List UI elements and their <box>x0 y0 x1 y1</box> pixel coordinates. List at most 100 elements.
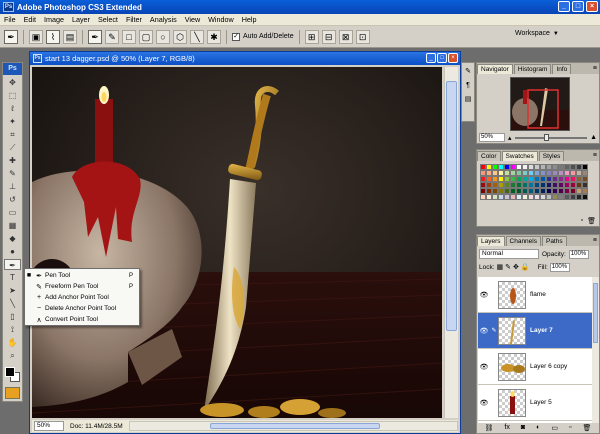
lasso-tool-icon[interactable]: ℓ <box>4 103 21 114</box>
menu-select[interactable]: Select <box>94 15 122 24</box>
menu-image[interactable]: Image <box>40 15 68 24</box>
eye-icon[interactable]: 👁 <box>478 327 490 335</box>
navigator-preview[interactable] <box>510 77 570 131</box>
panel-menu-icon[interactable]: ≡ <box>593 64 597 74</box>
minimize-button[interactable]: _ <box>558 1 570 12</box>
tab-styles[interactable]: Styles <box>538 151 565 161</box>
lock-position-icon[interactable]: ✥ <box>513 263 519 271</box>
quick-mask-icon[interactable] <box>5 387 20 399</box>
workspace-menu[interactable]: Workspace ▼ <box>515 30 559 37</box>
menu-file[interactable]: File <box>0 15 20 24</box>
history-panel-icon[interactable]: ▤ <box>463 94 473 105</box>
rounded-rectangle-icon[interactable]: ▢ <box>139 29 153 44</box>
eye-icon[interactable]: 👁 <box>478 399 490 407</box>
zoom-slider[interactable] <box>514 133 588 141</box>
brush-tool-icon[interactable]: ✎ <box>4 168 21 179</box>
eyedropper-tool-icon[interactable]: ⟟ <box>4 324 21 335</box>
magic-wand-tool-icon[interactable]: ✦ <box>4 116 21 127</box>
foreground-color-swatch[interactable] <box>5 367 15 377</box>
tab-color[interactable]: Color <box>477 151 501 161</box>
flyout-item-add-anchor-point-tool[interactable]: + Add Anchor Point Tool <box>25 292 139 303</box>
zoom-in-icon[interactable]: ▲ <box>590 134 597 141</box>
layer-row-layer-5[interactable]: 👁 Layer 5 <box>478 385 592 421</box>
link-icon[interactable]: ⛓ <box>485 424 494 432</box>
tab-info[interactable]: Info <box>552 64 572 74</box>
eraser-tool-icon[interactable]: ▭ <box>4 207 21 218</box>
zoom-slider-handle[interactable] <box>543 133 549 141</box>
flyout-item-freeform-pen-tool[interactable]: ✎ Freeform Pen Tool P <box>25 281 139 292</box>
color-swatch[interactable] <box>582 194 588 200</box>
flyout-item-delete-anchor-point-tool[interactable]: − Delete Anchor Point Tool <box>25 303 139 314</box>
zoom-tool-icon[interactable]: ⌕ <box>4 350 21 361</box>
doc-minimize-button[interactable]: _ <box>426 53 436 63</box>
hand-tool-icon[interactable]: ✋ <box>4 337 21 348</box>
fx-icon[interactable]: fx <box>504 424 509 432</box>
document-title-bar[interactable]: Ps start 13 dagger.psd @ 50% (Layer 7, R… <box>30 52 460 65</box>
eye-icon[interactable]: 👁 <box>478 363 490 371</box>
subtract-path-icon[interactable]: ⊟ <box>321 29 336 44</box>
type-tool-icon[interactable]: T <box>4 272 21 283</box>
photoshop-logo[interactable]: Ps <box>3 63 22 75</box>
lock-all-icon[interactable]: 🔒 <box>521 263 530 271</box>
tab-histogram[interactable]: Histogram <box>513 64 552 74</box>
marquee-tool-icon[interactable]: ⬚ <box>4 90 21 101</box>
zoom-level-field[interactable]: 50% <box>34 421 64 431</box>
tab-layers[interactable]: Layers <box>477 236 505 246</box>
gradient-tool-icon[interactable]: ▦ <box>4 220 21 231</box>
intersect-path-icon[interactable]: ⊠ <box>338 29 353 44</box>
menu-window[interactable]: Window <box>204 15 238 24</box>
healing-brush-tool-icon[interactable]: ✚ <box>4 155 21 166</box>
crop-tool-icon[interactable]: ⌗ <box>4 129 21 140</box>
tab-paths[interactable]: Paths <box>541 236 567 246</box>
layer-row-flame[interactable]: 👁 flame <box>478 277 592 313</box>
navigator-zoom-field[interactable]: 50% <box>479 133 505 142</box>
tab-channels[interactable]: Channels <box>505 236 541 246</box>
add-to-path-icon[interactable]: ⊞ <box>304 29 319 44</box>
layers-scroll-thumb[interactable] <box>593 283 598 343</box>
mask-icon[interactable]: ◙ <box>521 424 525 432</box>
menu-help[interactable]: Help <box>238 15 261 24</box>
menu-layer[interactable]: Layer <box>68 15 94 24</box>
lock-transparency-icon[interactable]: ▦ <box>497 263 504 271</box>
lock-image-icon[interactable]: ✎ <box>505 263 511 271</box>
menu-edit[interactable]: Edit <box>20 15 40 24</box>
menu-view[interactable]: View <box>181 15 204 24</box>
layers-scrollbar[interactable] <box>592 277 599 423</box>
exclude-path-icon[interactable]: ⊡ <box>355 29 370 44</box>
flyout-item-pen-tool[interactable]: ■ ✒ Pen Tool P <box>25 270 139 281</box>
ellipse-icon[interactable]: ○ <box>156 29 170 44</box>
paragraph-panel-icon[interactable]: ¶ <box>463 80 473 91</box>
rectangle-icon[interactable]: □ <box>122 29 136 44</box>
flyout-item-convert-point-tool[interactable]: ∧ Convert Point Tool <box>25 314 139 325</box>
panel-menu-icon[interactable]: ≡ <box>593 151 597 161</box>
opacity-field[interactable]: 100% <box>568 249 589 259</box>
slice-tool-icon[interactable]: ⟋ <box>4 142 21 153</box>
new-layer-icon[interactable]: ▫ <box>569 424 571 432</box>
shape-layers-icon[interactable]: ▣ <box>29 29 43 44</box>
panel-menu-icon[interactable]: ≡ <box>593 236 597 246</box>
doc-close-button[interactable]: × <box>448 53 458 63</box>
blur-tool-icon[interactable]: ◆ <box>4 233 21 244</box>
canvas[interactable] <box>32 67 442 418</box>
doc-maximize-button[interactable]: □ <box>437 53 447 63</box>
brushes-panel-icon[interactable]: ✎ <box>463 66 473 77</box>
menu-analysis[interactable]: Analysis <box>146 15 181 24</box>
paths-icon[interactable]: ⌇ <box>46 29 60 44</box>
folder-icon[interactable]: ▭ <box>551 424 558 432</box>
dodge-tool-icon[interactable]: ● <box>4 246 21 257</box>
tab-navigator[interactable]: Navigator <box>477 64 513 74</box>
new-swatch-icon[interactable]: ▫ <box>581 217 583 225</box>
tab-swatches[interactable]: Swatches <box>501 151 538 161</box>
maximize-button[interactable]: □ <box>572 1 584 12</box>
line-tool-icon[interactable]: ╲ <box>4 298 21 309</box>
polygon-icon[interactable]: ⬡ <box>173 29 187 44</box>
document-size-info[interactable]: Doc: 11.4M/28.5M <box>70 423 123 430</box>
adjustment-icon[interactable]: ◐ <box>536 424 540 432</box>
notes-tool-icon[interactable]: ▯ <box>4 311 21 322</box>
layer-row-layer-7[interactable]: 👁 ✎ Layer 7 <box>478 313 592 349</box>
custom-shape-icon[interactable]: ✱ <box>207 29 221 44</box>
history-brush-tool-icon[interactable]: ↺ <box>4 194 21 205</box>
freeform-pen-icon[interactable]: ✎ <box>105 29 119 44</box>
blend-mode-select[interactable]: Normal <box>479 249 539 259</box>
fill-pixels-icon[interactable]: ▤ <box>63 29 77 44</box>
